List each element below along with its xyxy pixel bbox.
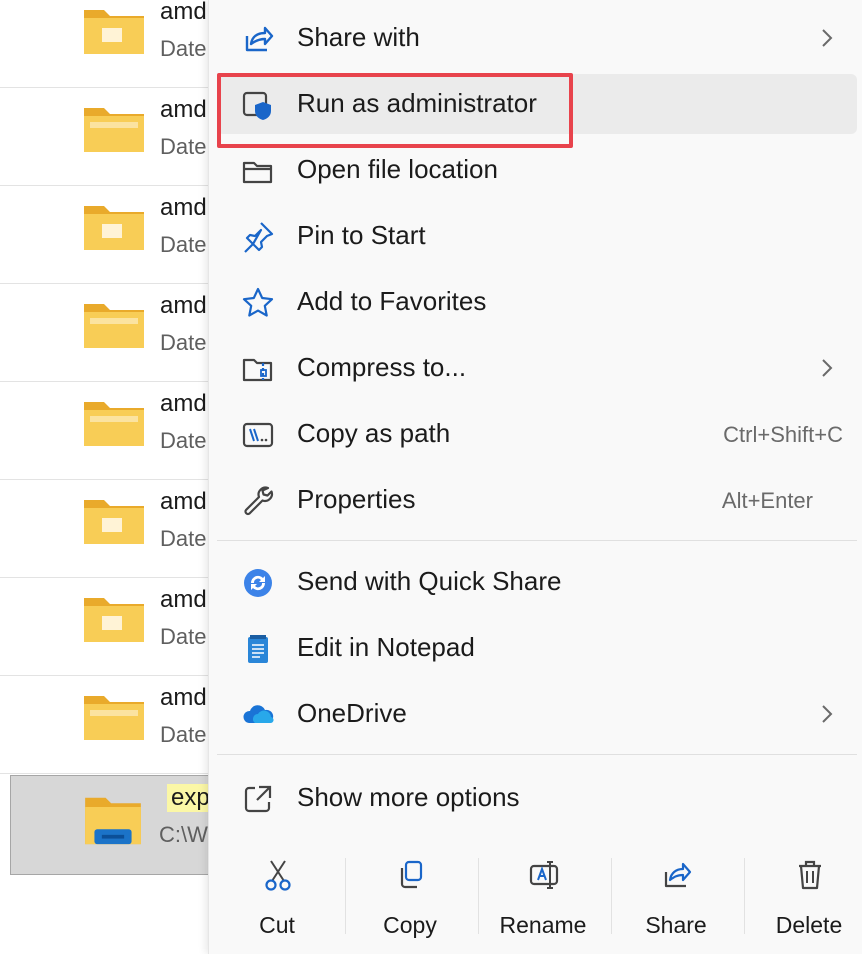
file-name: exp — [167, 784, 214, 812]
file-row[interactable]: amd Date — [0, 186, 230, 284]
file-date: Date — [160, 722, 207, 747]
menu-item-label: Compress to... — [297, 352, 467, 382]
folder-icon — [84, 10, 144, 54]
file-row[interactable]: amd Date — [0, 0, 230, 88]
menu-item-label: OneDrive — [297, 698, 407, 728]
file-path: C:\W — [159, 822, 208, 847]
file-row[interactable]: amd Date — [0, 578, 230, 676]
menu-item-share-with[interactable]: Share with — [217, 8, 857, 68]
star-icon — [241, 286, 275, 320]
share-button[interactable]: Share — [616, 852, 736, 948]
chevron-right-icon — [822, 29, 833, 47]
action-separator — [611, 858, 612, 934]
rename-label: Rename — [499, 912, 587, 938]
file-date: Date — [160, 36, 207, 61]
folder-icon — [84, 598, 144, 642]
share-icon — [241, 22, 275, 56]
delete-button[interactable]: Delete — [749, 852, 862, 948]
file-name: amd — [160, 292, 207, 319]
copy-button[interactable]: Copy — [350, 852, 470, 948]
folder-icon — [84, 304, 144, 348]
folder-icon — [84, 696, 144, 740]
menu-item-edit-in-notepad[interactable]: Edit in Notepad — [217, 618, 857, 678]
menu-item-label: Copy as path — [297, 418, 451, 448]
menu-item-properties[interactable]: Properties Alt+Enter — [217, 470, 857, 530]
menu-item-add-to-favorites[interactable]: Add to Favorites — [217, 272, 857, 332]
file-date: Date — [160, 428, 207, 453]
menu-item-label: Add to Favorites — [297, 286, 487, 316]
chevron-right-icon — [822, 359, 833, 377]
file-name: amd — [160, 0, 207, 25]
folder-open-icon — [241, 154, 275, 188]
menu-item-send-with-quick-share[interactable]: Send with Quick Share — [217, 552, 857, 612]
file-name: amd — [160, 488, 207, 515]
context-menu: Share with Run as administrator Open fil… — [208, 0, 862, 954]
file-row[interactable]: amd Date — [0, 676, 230, 774]
screen: amd Date amd Date amd Date amd Date amd … — [0, 0, 862, 954]
menu-item-label: Open file location — [297, 154, 498, 184]
cut-button[interactable]: Cut — [217, 852, 337, 948]
scissors-icon — [262, 858, 294, 892]
folder-icon — [84, 206, 144, 250]
share-label: Share — [645, 912, 707, 938]
action-separator — [744, 858, 745, 934]
file-date: Date — [160, 330, 207, 355]
file-date: Date — [160, 232, 207, 257]
menu-item-open-file-location[interactable]: Open file location — [217, 140, 857, 200]
file-name: amd — [160, 390, 207, 417]
copy-label: Copy — [383, 912, 437, 938]
delete-label: Delete — [775, 912, 843, 938]
file-name: amd — [160, 684, 207, 711]
file-row[interactable]: amd Date — [0, 88, 230, 186]
menu-separator — [217, 540, 857, 541]
file-date: Date — [160, 526, 207, 551]
rename-icon — [528, 858, 560, 892]
explorer-folder-icon — [85, 797, 141, 845]
trash-icon — [794, 858, 826, 892]
onedrive-icon — [241, 698, 275, 732]
file-row[interactable]: amd Date — [0, 480, 230, 578]
file-name: amd — [160, 194, 207, 221]
file-name: amd — [160, 586, 207, 613]
menu-item-label: Share with — [297, 22, 420, 52]
rename-button[interactable]: Rename — [483, 852, 603, 948]
file-date: Date — [160, 134, 207, 159]
action-separator — [345, 858, 346, 934]
menu-item-copy-as-path[interactable]: Copy as path Ctrl+Shift+C — [217, 404, 857, 464]
selected-file-row[interactable]: exp C:\W — [10, 775, 230, 875]
file-date: Date — [160, 624, 207, 649]
open-external-icon — [241, 782, 275, 816]
menu-item-label: Send with Quick Share — [297, 566, 562, 596]
quick-share-icon — [241, 566, 275, 600]
wrench-icon — [241, 484, 275, 518]
menu-item-show-more-options[interactable]: Show more options — [217, 768, 857, 828]
menu-item-compress-to[interactable]: Compress to... — [217, 338, 857, 398]
action-separator — [478, 858, 479, 934]
file-name: amd — [160, 96, 207, 123]
pin-icon — [241, 220, 275, 254]
menu-item-label: Pin to Start — [297, 220, 426, 250]
menu-item-label: Show more options — [297, 782, 520, 812]
share-icon — [661, 858, 693, 892]
file-row[interactable]: amd Date — [0, 284, 230, 382]
zip-icon — [241, 352, 275, 386]
folder-icon — [84, 500, 144, 544]
menu-item-label: Edit in Notepad — [297, 632, 475, 662]
notepad-icon — [241, 632, 275, 666]
file-row[interactable]: amd Date — [0, 382, 230, 480]
copy-path-icon — [241, 418, 275, 452]
cut-label: Cut — [259, 912, 295, 938]
folder-icon — [84, 402, 144, 446]
menu-separator — [217, 754, 857, 755]
menu-item-shortcut: Ctrl+Shift+C — [723, 422, 843, 447]
chevron-right-icon — [822, 705, 833, 723]
highlight-box — [217, 73, 573, 148]
copy-icon — [395, 858, 427, 892]
menu-item-onedrive[interactable]: OneDrive — [217, 684, 857, 744]
menu-item-pin-to-start[interactable]: Pin to Start — [217, 206, 857, 266]
folder-icon — [84, 108, 144, 152]
menu-item-label: Properties — [297, 484, 416, 514]
menu-item-shortcut: Alt+Enter — [721, 488, 813, 513]
